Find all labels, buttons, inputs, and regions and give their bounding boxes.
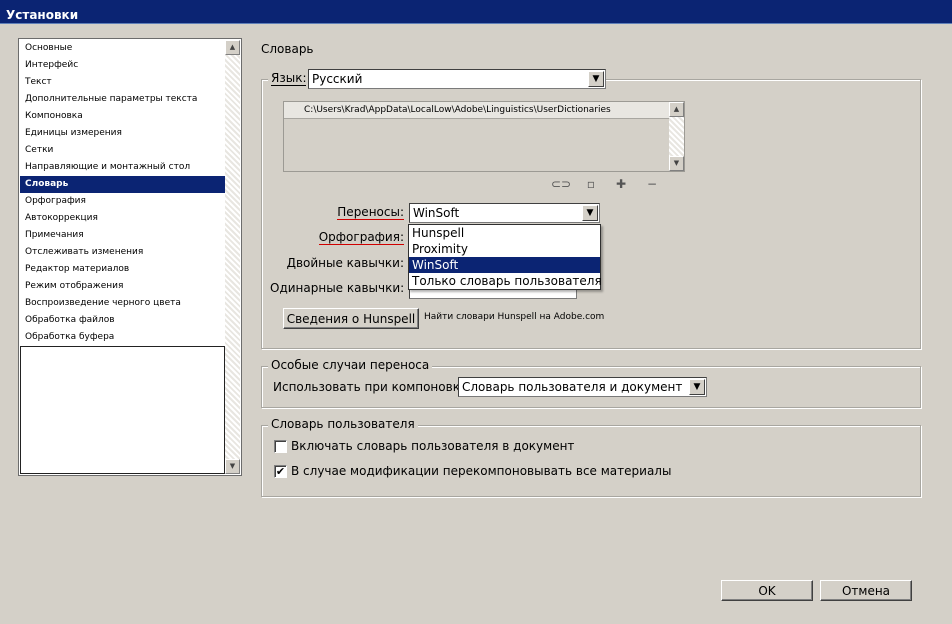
dictionary-list-scrollbar[interactable]: ▲ ▼	[669, 102, 684, 171]
single-quotes-label: Одинарные кавычки:	[270, 281, 405, 295]
sidebar-item[interactable]: Интерфейс	[20, 57, 225, 74]
recompose-label: В случае модификации перекомпоновывать в…	[291, 464, 672, 478]
sidebar-item[interactable]: Словарь	[20, 176, 225, 193]
remove-dictionary-icon[interactable]: −	[645, 177, 659, 191]
scroll-down-icon[interactable]: ▼	[225, 459, 240, 474]
language-select[interactable]: Русский ▼	[308, 69, 606, 89]
sidebar-item[interactable]: Редактор материалов	[20, 261, 225, 278]
double-quotes-label: Двойные кавычки:	[286, 256, 404, 270]
sidebar-item[interactable]: Режим отображения	[20, 278, 225, 295]
ok-button[interactable]: OK	[721, 580, 813, 601]
hyphenation-label: Переносы:	[337, 205, 404, 220]
sidebar-item[interactable]: Обработка буфера	[20, 329, 225, 346]
add-dictionary-icon[interactable]: ✚	[614, 177, 628, 191]
spelling-label: Орфография:	[318, 230, 404, 245]
sidebar-item[interactable]: Текст	[20, 74, 225, 91]
sidebar-item[interactable]: Примечания	[20, 227, 225, 244]
sidebar-item[interactable]: Дополнительные параметры текста	[20, 91, 225, 108]
hunspell-link[interactable]: Найти словари Hunspell на Adobe.com	[424, 312, 604, 322]
include-dictionary-checkbox[interactable]	[274, 440, 287, 453]
sidebar-item[interactable]: Сетки	[20, 142, 225, 159]
sidebar-item[interactable]: Направляющие и монтажный стол	[20, 159, 225, 176]
sidebar-item[interactable]: Компоновка	[20, 108, 225, 125]
sidebar-list: Основные Интерфейс Текст Дополнительные пар…	[20, 40, 225, 346]
title-bar: Установки	[0, 0, 952, 24]
hyphenation-option[interactable]: Proximity	[409, 241, 600, 257]
include-dictionary-label: Включать словарь пользователя в документ	[291, 439, 575, 453]
sidebar-item[interactable]: Основные	[20, 40, 225, 57]
sidebar-item[interactable]: Орфография	[20, 193, 225, 210]
scroll-up-icon[interactable]: ▲	[225, 40, 240, 55]
hyphenation-select[interactable]: WinSoft ▼	[409, 203, 600, 223]
compose-value: Словарь пользователя и документ	[462, 380, 683, 394]
language-value: Русский	[312, 72, 363, 86]
hyphenation-option[interactable]: Hunspell	[409, 225, 600, 241]
sidebar-scrollbar[interactable]: ▲ ▼	[225, 40, 240, 474]
user-dictionary-list[interactable]: C:\Users\Krad\AppData\LocalLow\Adobe\Lin…	[283, 101, 685, 172]
link-dictionary-icon[interactable]: ⊂⊃	[548, 177, 574, 191]
hyphenation-dropdown-list: Hunspell Proximity WinSoft Только словарь п…	[408, 224, 602, 290]
recompose-checkbox[interactable]: ✔	[274, 465, 287, 478]
sidebar-item[interactable]: Воспроизведение черного цвета	[20, 295, 225, 312]
sidebar: Основные Интерфейс Текст Дополнительные пар…	[18, 38, 242, 476]
hyphenation-value: WinSoft	[413, 206, 460, 220]
compose-select[interactable]: Словарь пользователя и документ ▼	[458, 377, 707, 397]
hyphenation-option[interactable]: WinSoft	[409, 257, 600, 273]
user-dictionary-group	[261, 425, 921, 497]
sidebar-item[interactable]: Автокоррекция	[20, 210, 225, 227]
sidebar-item[interactable]: Единицы измерения	[20, 125, 225, 142]
chevron-down-icon[interactable]: ▼	[588, 71, 604, 87]
sidebar-item[interactable]: Отслеживать изменения	[20, 244, 225, 261]
hunspell-info-button[interactable]: Сведения о Hunspell	[283, 308, 419, 329]
dictionary-path-row[interactable]: C:\Users\Krad\AppData\LocalLow\Adobe\Lin…	[284, 102, 669, 119]
chevron-down-icon[interactable]: ▼	[582, 205, 598, 221]
new-dictionary-icon[interactable]: ▫	[584, 177, 598, 191]
scroll-down-icon[interactable]: ▼	[669, 156, 684, 171]
exceptions-legend: Особые случаи переноса	[268, 358, 433, 372]
window-title: Установки	[6, 8, 79, 22]
cancel-button[interactable]: Отмена	[820, 580, 912, 601]
sidebar-empty-area	[20, 346, 225, 474]
page-title: Словарь	[261, 42, 314, 56]
scroll-up-icon[interactable]: ▲	[669, 102, 684, 117]
user-dictionary-legend: Словарь пользователя	[268, 417, 418, 431]
compose-label: Использовать при компоновке:	[273, 380, 472, 394]
hyphenation-option[interactable]: Только словарь пользователя	[409, 273, 602, 289]
language-label: Язык:	[268, 71, 310, 87]
sidebar-item[interactable]: Обработка файлов	[20, 312, 225, 329]
chevron-down-icon[interactable]: ▼	[689, 379, 705, 395]
